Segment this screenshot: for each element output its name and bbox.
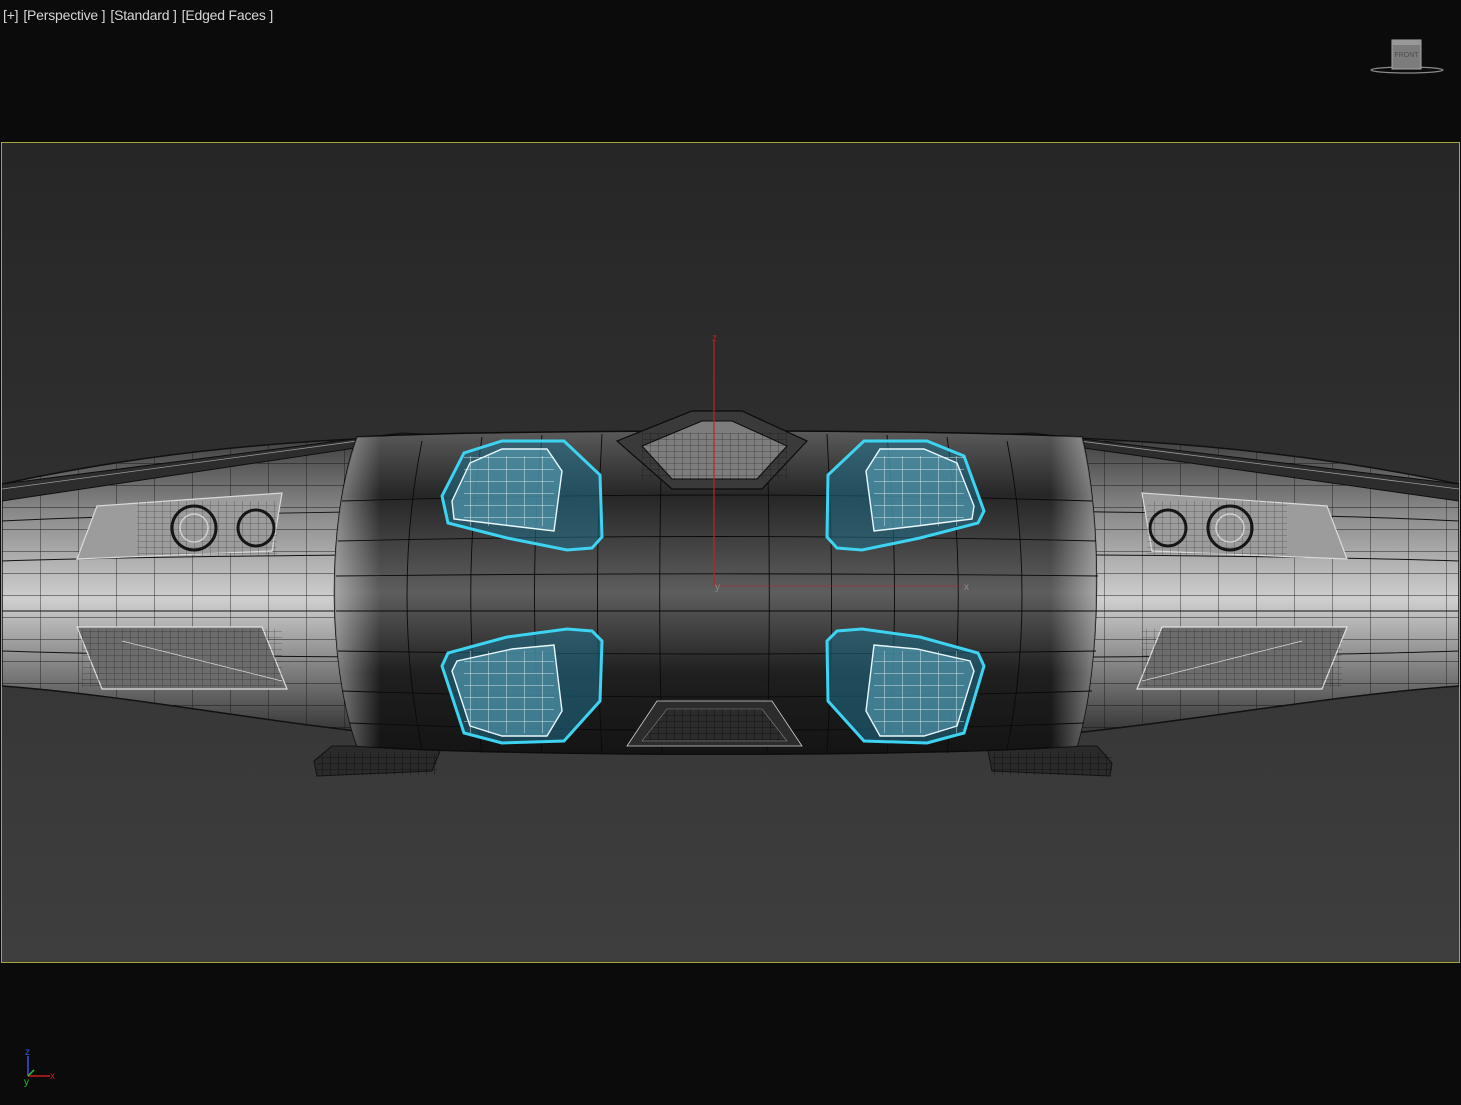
gizmo-x-label: x (964, 582, 969, 593)
viewport-shading-mode-menu[interactable]: [Standard ] (110, 7, 176, 23)
landing-skid-left (313, 745, 443, 777)
safe-frame[interactable]: z y x (1, 142, 1460, 963)
viewcube-front-label: FRONT (1394, 52, 1419, 59)
viewport-point-of-view-menu[interactable]: [Perspective ] (23, 7, 105, 23)
viewport-general-menu[interactable]: [+] (3, 7, 19, 23)
gizmo-z-label: z (712, 333, 717, 344)
viewcube-icon[interactable]: FRONT (1366, 36, 1448, 80)
tripod-z-label: z (25, 1047, 30, 1058)
viewport-display-mode-menu[interactable]: [Edged Faces ] (182, 7, 274, 23)
side-pod-lower-left (76, 626, 288, 690)
side-pod-lower-right (1136, 626, 1348, 690)
gizmo-y-label: y (715, 582, 720, 593)
viewport-label-menu: [+] [Perspective ] [Standard ] [Edged Fa… (0, 0, 703, 30)
tripod-y-label: y (24, 1077, 29, 1088)
spaceship-model[interactable]: z y x (2, 143, 1459, 962)
axis-tripod-icon: z y x (18, 1044, 62, 1088)
tripod-x-label: x (50, 1071, 55, 1082)
